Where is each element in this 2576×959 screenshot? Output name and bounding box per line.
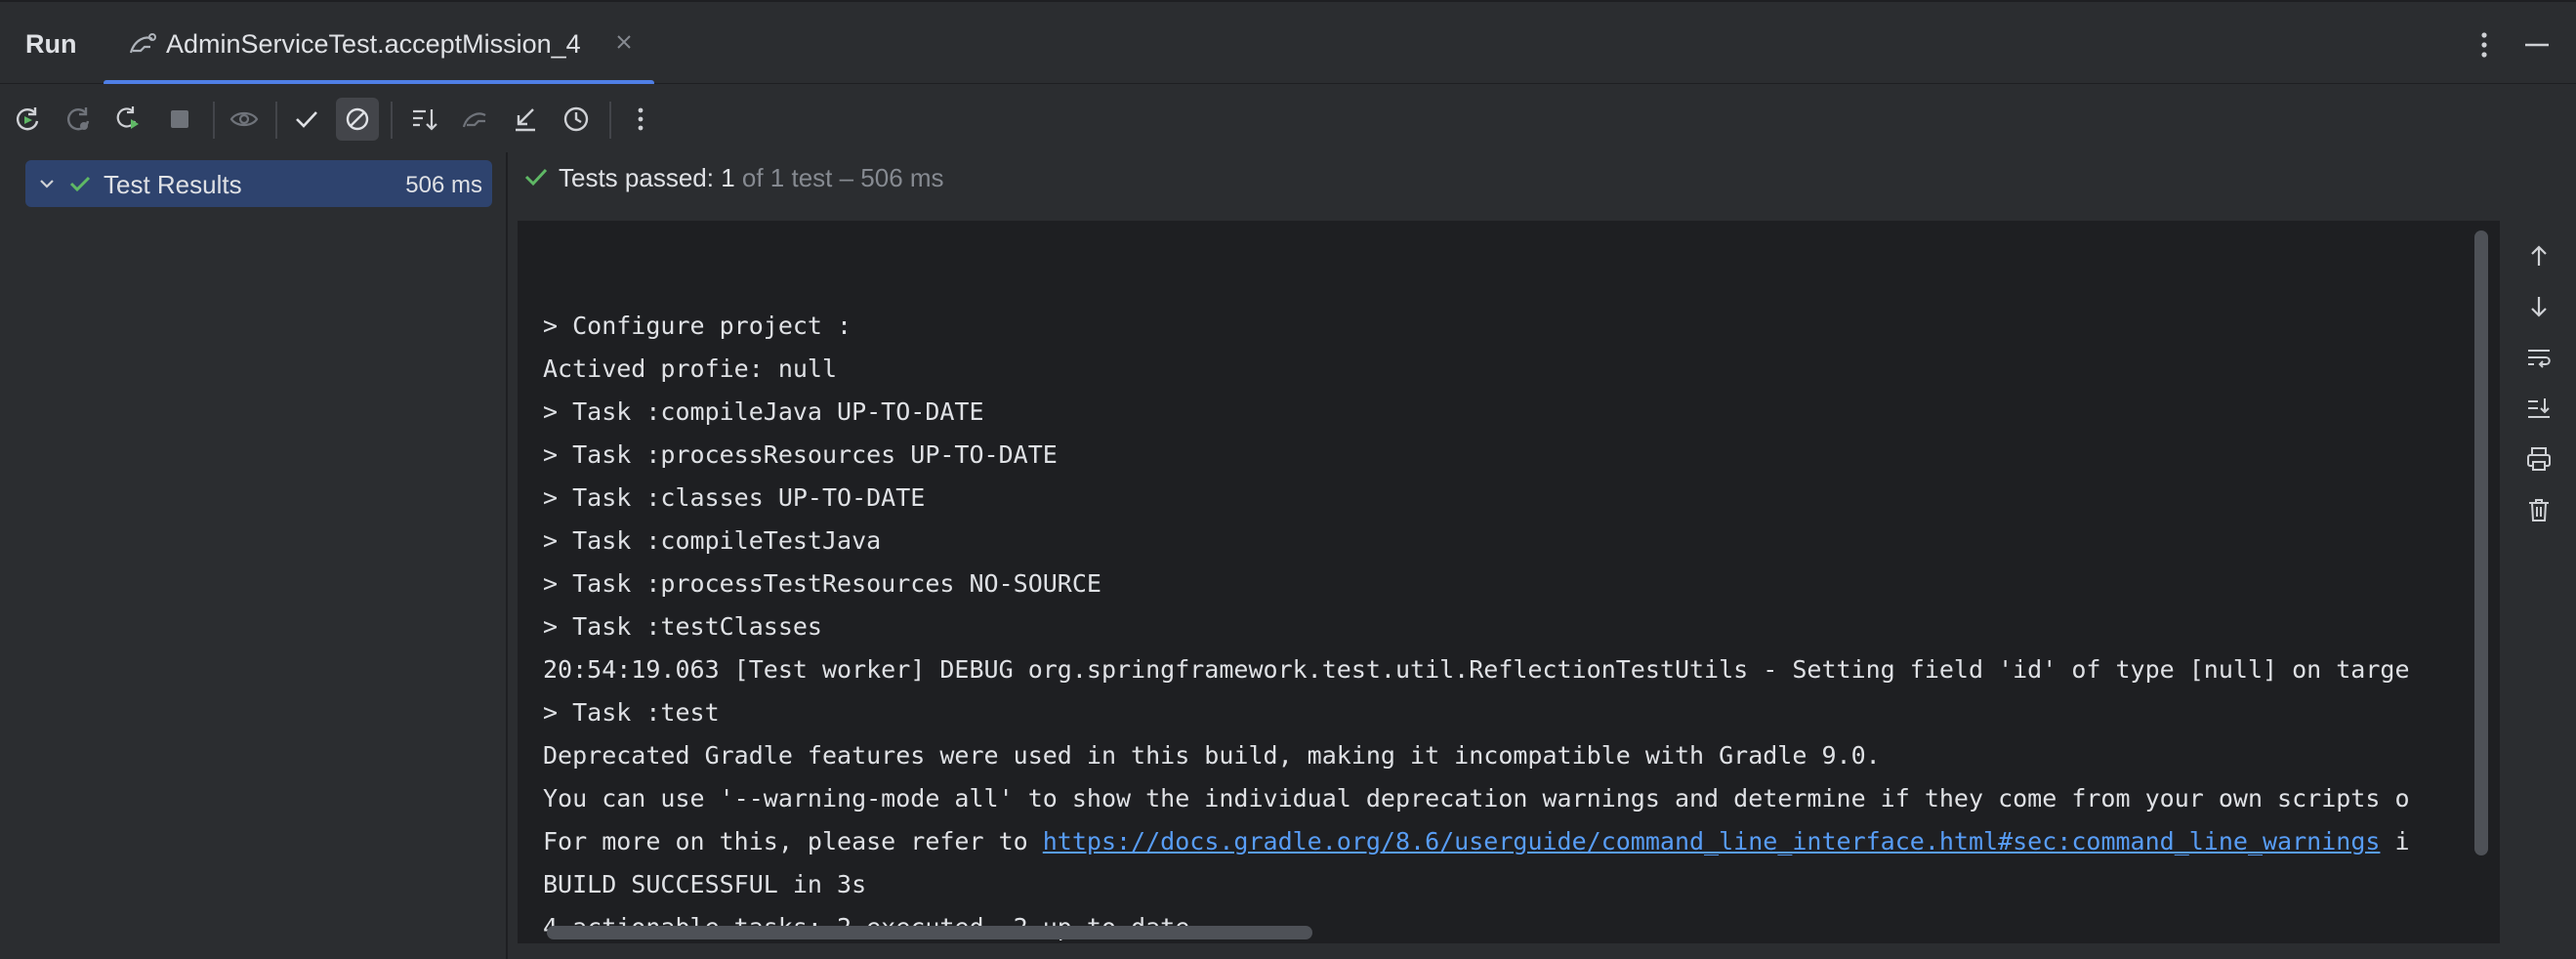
export-icon [516,108,535,132]
check-icon [296,111,317,128]
clock-icon [563,106,589,132]
panel-title: Run [25,29,77,59]
tab-label: AdminServiceTest.acceptMission_4 [166,29,581,59]
test-status-bar: Tests passed: 1 of 1 test – 506 ms [510,152,2576,221]
passed-check-icon [524,168,548,187]
sort-button[interactable] [402,98,445,141]
documentation-link[interactable]: https://docs.gradle.org/8.6/userguide/co… [1043,827,2381,855]
import-tests-button[interactable] [453,98,496,141]
tab-run-configuration[interactable]: AdminServiceTest.acceptMission_4 [104,2,654,86]
console-line: > Task :compileJava UP-TO-DATE [543,397,984,426]
print-button[interactable] [2517,438,2560,480]
more-vertical-icon [638,107,644,131]
console-line: > Task :test [543,698,720,727]
trash-icon [2529,499,2549,521]
rerun-failed-icon [67,107,90,131]
scroll-down-icon [2531,297,2547,317]
passed-check-icon [69,176,91,192]
more-vertical-icon[interactable] [2471,27,2498,63]
console-line-suffix: i [2380,827,2410,855]
auto-test-icon [116,106,139,129]
toolbar-separator [609,102,611,139]
history-button[interactable] [555,98,598,141]
eye-icon [229,111,259,127]
export-button[interactable] [504,98,547,141]
test-tree-panel: Test Results 506 ms [0,152,508,959]
console-line-with-link: For more on this, please refer to https:… [543,820,2471,863]
console-line: > Task :compileTestJava [543,526,882,555]
rerun-button[interactable] [6,98,49,141]
run-toolbar [0,84,2576,152]
close-icon[interactable] [611,29,637,55]
console-line-prefix: For more on this, please refer to [543,827,1043,855]
test-run-icon [129,33,156,54]
rerun-icon [17,107,39,131]
console-output[interactable]: > Configure project : Actived profie: nul… [518,221,2500,943]
chevron-down-icon[interactable] [35,172,59,195]
toolbar-separator [213,102,215,139]
sort-icon [413,109,437,131]
tree-item-label: Test Results [104,170,242,199]
console-side-toolbar [2517,234,2560,547]
console-line: Actived profie: null [543,354,838,383]
tree-item-duration: 506 ms [405,172,482,198]
stop-icon [171,110,188,128]
console-line: > Task :testClasses [543,612,822,641]
rerun-failed-button[interactable] [57,98,100,141]
test-summary: Tests passed: 1 of 1 test – 506 ms [559,163,944,193]
console-line: > Task :classes UP-TO-DATE [543,483,926,512]
scroll-to-end-icon [2528,398,2550,418]
print-icon [2527,447,2551,471]
console-line: 20:54:19.063 [Test worker] DEBUG org.spr… [543,655,2410,684]
toolbar-separator [391,102,393,139]
import-icon [462,112,486,128]
scroll-down-button[interactable] [2517,285,2560,328]
soft-wrap-icon [2528,350,2551,368]
toggle-auto-test-button[interactable] [107,98,150,141]
tree-item-test-results[interactable]: Test Results 506 ms [25,160,492,207]
stop-button[interactable] [158,98,201,141]
toolbar-separator [275,102,277,139]
show-ignored-button[interactable] [223,98,266,141]
toolbar-more-button[interactable] [619,98,662,141]
ban-icon [346,107,369,131]
scroll-up-icon [2531,245,2547,266]
console-line: > Task :processResources UP-TO-DATE [543,440,1058,469]
console-line: Deprecated Gradle features were used in … [543,741,1881,770]
console-line: You can use '--warning-mode all' to show… [543,784,2410,813]
clear-all-button[interactable] [2517,488,2560,531]
run-tool-window-header: Run AdminServiceTest.acceptMission_4 [0,0,2576,86]
console-text: > Configure project : Actived profie: nul… [543,262,2471,943]
horizontal-scrollbar[interactable] [547,926,1312,939]
tests-summary-detail: of 1 test – 506 ms [734,163,944,192]
vertical-scrollbar[interactable] [2474,230,2488,855]
minimize-icon[interactable] [2521,27,2553,63]
console-line: > Configure project : [543,312,852,340]
console-line: BUILD SUCCESSFUL in 3s [543,870,867,898]
scroll-to-end-button[interactable] [2517,387,2560,430]
show-passed-button[interactable] [285,98,328,141]
tests-passed-label: Tests passed: 1 [559,163,735,192]
console-line: > Task :processTestResources NO-SOURCE [543,569,1101,598]
soft-wrap-button[interactable] [2517,336,2560,379]
show-ignored-tests-button[interactable] [336,98,379,141]
scroll-up-button[interactable] [2517,234,2560,277]
